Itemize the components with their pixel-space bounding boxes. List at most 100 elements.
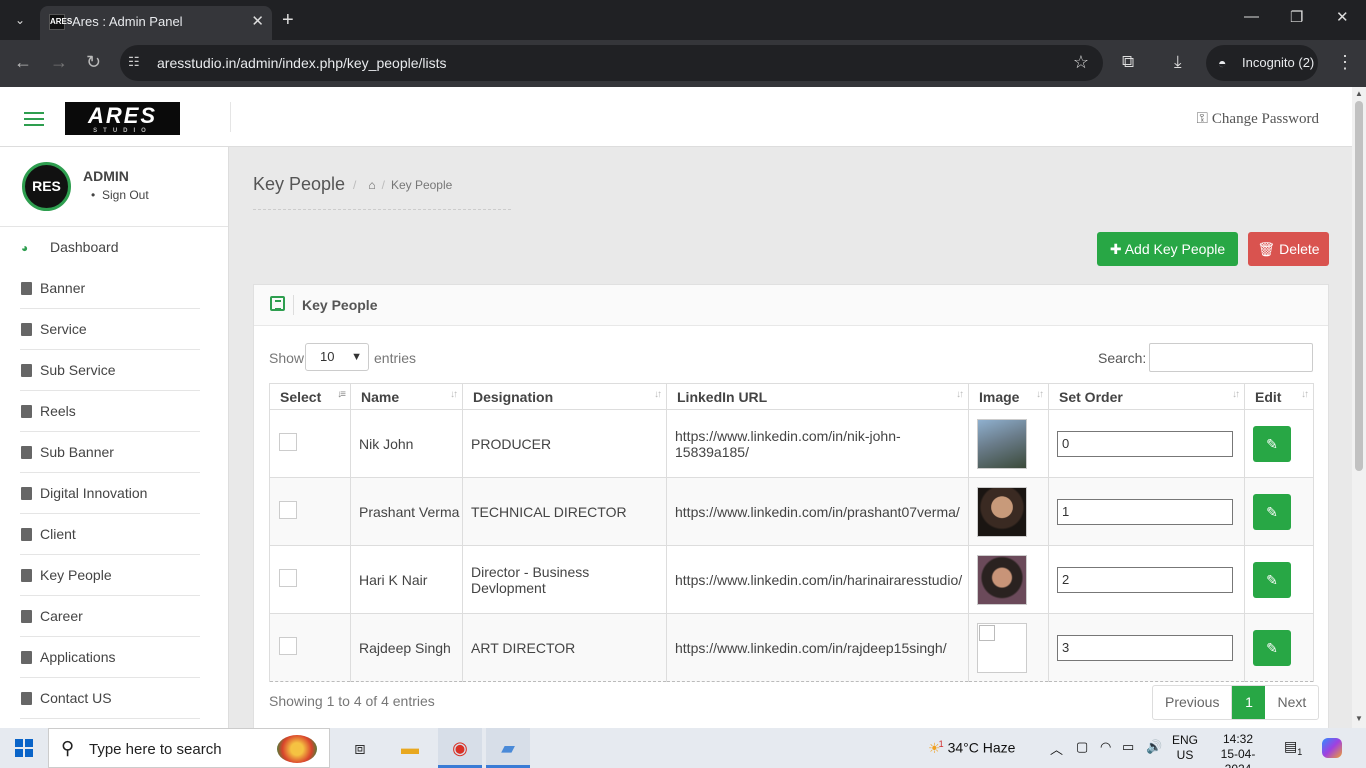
bookmark-star-icon[interactable]: ☆: [1073, 52, 1089, 73]
scrollbar-thumb[interactable]: [1355, 101, 1363, 471]
sidebar-item-label: Client: [40, 526, 76, 542]
windows-start-icon[interactable]: [15, 739, 33, 757]
page-1-button[interactable]: 1: [1232, 686, 1266, 719]
sidebar-item-digital-innovation[interactable]: Digital Innovation: [20, 473, 200, 514]
url-text[interactable]: aresstudio.in/admin/index.php/key_people…: [157, 55, 447, 71]
new-tab-icon[interactable]: +: [282, 8, 294, 32]
language-indicator[interactable]: ENG US: [1172, 733, 1198, 763]
add-key-people-button[interactable]: ✚ Add Key People: [1097, 232, 1238, 266]
book-icon: [21, 282, 32, 295]
book-icon: [21, 487, 32, 500]
key-icon: ⚿: [1196, 111, 1208, 127]
set-order-input[interactable]: 1: [1057, 498, 1233, 525]
sidebar-item-sub-banner[interactable]: Sub Banner: [20, 432, 200, 473]
edit-button[interactable]: ✎: [1253, 425, 1291, 462]
set-order-input[interactable]: 2: [1057, 566, 1233, 593]
column-header-edit[interactable]: Edit ↓↑: [1244, 383, 1314, 410]
wifi-icon[interactable]: ◠: [1100, 739, 1111, 755]
file-explorer-icon[interactable]: ▬: [388, 728, 432, 768]
column-header-image[interactable]: Image ↓↑: [968, 383, 1049, 410]
sign-out-link[interactable]: Sign Out: [91, 188, 149, 202]
set-order-input[interactable]: 0: [1057, 430, 1233, 457]
battery-icon[interactable]: ▭: [1122, 739, 1134, 755]
tab-close-icon[interactable]: ✕: [251, 12, 264, 30]
sidebar-item-label: Contact US: [40, 690, 112, 706]
row-designation: Director - Business Devlopment: [462, 545, 667, 614]
sidebar-item-key-people[interactable]: Key People: [20, 555, 200, 596]
tab-title: Ares : Admin Panel: [72, 14, 183, 29]
taskbar-search-placeholder: Type here to search: [89, 741, 222, 758]
change-password-link[interactable]: ⚿ Change Password: [1197, 110, 1320, 128]
row-select-checkbox[interactable]: [279, 433, 297, 451]
browser-menu-icon[interactable]: ⋮: [1336, 52, 1354, 73]
scroll-up-icon[interactable]: ▲: [1355, 89, 1363, 98]
show-hidden-icons-icon[interactable]: ︿: [1050, 739, 1063, 758]
sidebar-item-client[interactable]: Client: [20, 514, 200, 555]
sidebar-item-applications[interactable]: Applications: [20, 637, 200, 678]
edit-button[interactable]: ✎: [1253, 561, 1291, 598]
hamburger-menu-icon[interactable]: [24, 112, 44, 130]
scroll-down-icon[interactable]: ▼: [1355, 714, 1363, 723]
tab-search-dropdown-icon[interactable]: ⌄: [8, 8, 32, 32]
browser-tab[interactable]: ARES Ares : Admin Panel ✕: [40, 6, 272, 40]
page-scrollbar[interactable]: ▲ ▼: [1352, 87, 1366, 728]
edit-button[interactable]: ✎: [1253, 493, 1291, 530]
sidebar-item-banner[interactable]: Banner: [20, 268, 200, 309]
forward-icon[interactable]: →: [50, 52, 68, 72]
sort-icon: ↓↑: [1301, 389, 1309, 400]
sidebar-item-reels[interactable]: Reels: [20, 391, 200, 432]
sort-icon: ↓↑: [1232, 389, 1240, 400]
sidebar-item-career[interactable]: Career: [20, 596, 200, 637]
add-button-label: Add Key People: [1124, 241, 1226, 257]
edit-button[interactable]: ✎: [1253, 629, 1291, 666]
app-icon[interactable]: ▰: [486, 728, 530, 768]
delete-button[interactable]: 🗑 Delete: [1248, 232, 1329, 266]
volume-icon[interactable]: 🔊: [1146, 739, 1162, 755]
weather-widget[interactable]: ☀1 34°C Haze: [928, 739, 1015, 757]
sidebar-item-dashboard[interactable]: ◕ Dashboard: [20, 227, 200, 268]
extensions-icon[interactable]: ⧉: [1122, 52, 1134, 72]
pagination: Previous 1 Next: [1152, 685, 1320, 720]
window-close-icon[interactable]: ✕: [1336, 8, 1349, 26]
search-input[interactable]: [1149, 343, 1313, 372]
ares-logo[interactable]: ARES STUDIO: [65, 102, 180, 135]
meet-icon[interactable]: ▢: [1076, 739, 1088, 755]
page-length-select[interactable]: 10 ▼: [305, 343, 369, 371]
row-designation: PRODUCER: [462, 409, 667, 478]
column-header-linkedin[interactable]: LinkedIn URL ↓↑: [666, 383, 969, 410]
system-clock[interactable]: 14:32 15-04-2024: [1208, 732, 1268, 768]
incognito-indicator[interactable]: ◓ Incognito (2): [1206, 45, 1318, 81]
sidebar-item-contact-us[interactable]: Contact US: [20, 678, 200, 719]
restore-icon[interactable]: ❐: [1290, 8, 1303, 26]
incognito-icon: ◓: [1218, 55, 1227, 71]
column-header-designation[interactable]: Designation ↓↑: [462, 383, 667, 410]
previous-button[interactable]: Previous: [1153, 686, 1233, 719]
person-photo: [977, 486, 1027, 537]
sidebar-menu: ◕ Dashboard Banner Service Sub Service Re…: [0, 227, 228, 719]
task-view-icon[interactable]: ⧈: [338, 728, 382, 768]
column-header-select[interactable]: Select ↓≡: [269, 383, 351, 410]
copilot-icon[interactable]: [1322, 738, 1342, 758]
taskbar-search[interactable]: ⚲ Type here to search: [48, 728, 330, 768]
address-bar[interactable]: ☷ aresstudio.in/admin/index.php/key_peop…: [120, 45, 1103, 81]
set-order-input[interactable]: 3: [1057, 634, 1233, 661]
site-info-icon[interactable]: ☷: [128, 54, 140, 70]
next-button[interactable]: Next: [1265, 686, 1318, 719]
column-header-name[interactable]: Name ↓↑: [350, 383, 463, 410]
topbar-divider: [230, 102, 231, 132]
minimize-icon[interactable]: —: [1244, 8, 1259, 25]
row-select-checkbox[interactable]: [279, 569, 297, 587]
back-icon[interactable]: ←: [14, 52, 32, 72]
sidebar-item-service[interactable]: Service: [20, 309, 200, 350]
home-icon[interactable]: ⌂: [368, 178, 375, 192]
row-select-checkbox[interactable]: [279, 637, 297, 655]
table-row: Rajdeep Singh ART DIRECTOR https://www.l…: [269, 613, 1314, 682]
search-highlight-icon: [277, 735, 317, 763]
chrome-icon[interactable]: ◉: [438, 728, 482, 768]
notifications-icon[interactable]: ▤1: [1284, 738, 1302, 757]
column-header-set-order[interactable]: Set Order ↓↑: [1048, 383, 1245, 410]
row-select-checkbox[interactable]: [279, 501, 297, 519]
sidebar-item-sub-service[interactable]: Sub Service: [20, 350, 200, 391]
download-icon[interactable]: ⤓: [1174, 52, 1182, 72]
reload-icon[interactable]: ↻: [86, 52, 101, 72]
